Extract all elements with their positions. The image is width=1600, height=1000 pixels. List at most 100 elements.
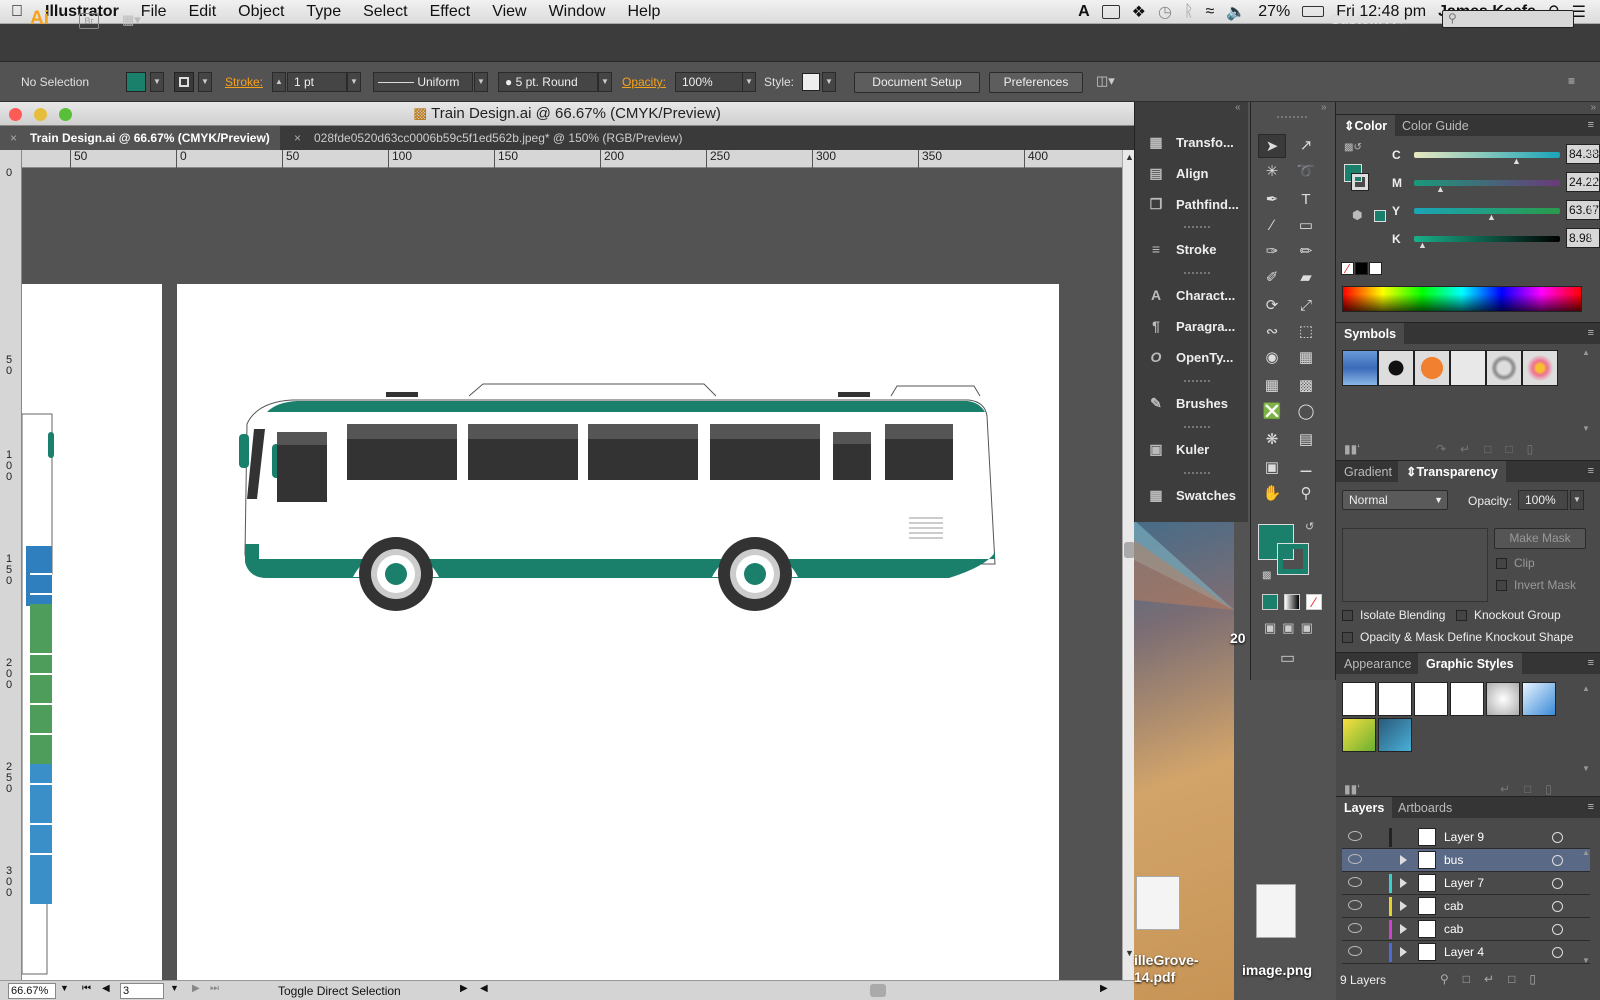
graphic-style-rounded[interactable] (1414, 682, 1448, 716)
mesh-tool-icon[interactable]: ▦ (1258, 374, 1286, 398)
color-stroke-swatch[interactable] (1351, 173, 1369, 191)
artboard-number-field[interactable]: 3 (120, 983, 164, 999)
graphic-style-default[interactable] (1342, 682, 1376, 716)
transparency-opacity-dropdown[interactable]: ▼ (1570, 490, 1584, 510)
menu-object[interactable]: Object (227, 3, 295, 21)
display-icon[interactable] (1101, 4, 1120, 19)
eraser-tool-icon[interactable]: ▰ (1292, 266, 1320, 290)
stroke-color-box[interactable] (1277, 543, 1309, 575)
tab-train-design[interactable]: × Train Design.ai @ 66.67% (CMYK/Preview) (0, 126, 280, 150)
rotate-tool-icon[interactable]: ⟳ (1258, 294, 1286, 318)
target-icon[interactable] (1552, 832, 1563, 843)
layer-name[interactable]: bus (1444, 853, 1463, 867)
color-swap-icon[interactable]: ▩↺ (1344, 142, 1362, 153)
stroke-swatch[interactable] (174, 72, 194, 92)
brush-dropdown[interactable]: ▼ (598, 72, 612, 92)
visibility-icon[interactable] (1348, 923, 1362, 933)
visibility-icon[interactable] (1348, 946, 1362, 956)
tab-transparency[interactable]: ⇕Transparency (1398, 461, 1506, 483)
layer-name[interactable]: Layer 9 (1444, 830, 1484, 844)
shape-builder-tool-icon[interactable]: ◉ (1258, 346, 1286, 370)
tab-appearance[interactable]: Appearance (1336, 653, 1419, 675)
menu-edit[interactable]: Edit (178, 3, 228, 21)
layers-scroll-up[interactable]: ▲ (1582, 848, 1590, 857)
yellow-slider-thumb[interactable]: ▲ (1487, 212, 1496, 222)
none-swatch[interactable]: ∕ (1341, 262, 1354, 275)
bus-illustration[interactable] (177, 284, 1059, 984)
volume-icon[interactable]: 🔈 (1226, 2, 1246, 22)
direct-selection-tool-icon[interactable]: ↗ (1292, 134, 1320, 158)
bridge-button[interactable]: Br (79, 13, 99, 29)
symbol-flower[interactable] (1522, 350, 1558, 386)
graphic-style-shadow[interactable] (1486, 682, 1520, 716)
black-swatch[interactable] (1355, 262, 1368, 275)
expand-icon[interactable] (1400, 901, 1407, 911)
graphic-style-stroke[interactable] (1378, 682, 1412, 716)
close-tab-icon[interactable]: × (294, 126, 301, 150)
scroll-left-arrow[interactable]: ◀ (480, 983, 488, 994)
blob-brush-tool-icon[interactable]: ✐ (1258, 266, 1286, 290)
white-swatch[interactable] (1369, 262, 1382, 275)
default-colors-icon[interactable]: ▩ (1262, 570, 1271, 581)
artboard-tool-icon[interactable]: ▣ (1258, 456, 1286, 480)
scroll-down-arrow[interactable]: ▼ (1125, 948, 1134, 958)
opacity-field[interactable]: 100% (675, 72, 743, 92)
blend-tool-icon[interactable]: ◯ (1292, 400, 1320, 424)
none-mode-button[interactable]: ∕ (1306, 594, 1322, 610)
arrange-documents-icon[interactable]: ▦▾ (122, 12, 152, 28)
tab-artboards[interactable]: Artboards (1390, 797, 1460, 819)
visibility-icon[interactable] (1348, 877, 1362, 887)
pdf-file-label[interactable]: illeGrove- 14.pdf (1134, 952, 1199, 986)
style-swatch[interactable] (802, 73, 820, 91)
black-slider[interactable] (1414, 236, 1560, 242)
line-tool-icon[interactable]: ∕ (1258, 214, 1286, 238)
last-artboard-button[interactable]: ⏭ (210, 983, 219, 994)
symbol-orange-button[interactable] (1414, 350, 1450, 386)
tab-layers[interactable]: Layers (1336, 797, 1393, 819)
opacity-dropdown[interactable]: ▼ (742, 72, 756, 92)
panel-menu-icon[interactable]: ≡ (1588, 801, 1594, 813)
out-of-gamut-icon[interactable]: ⬢ (1352, 208, 1362, 222)
magic-wand-tool-icon[interactable]: ✳ (1258, 160, 1286, 184)
magenta-slider-thumb[interactable]: ▲ (1436, 184, 1445, 194)
stroke-profile-select[interactable]: Uniform (373, 72, 473, 92)
tab-color[interactable]: ⇕Color (1336, 115, 1396, 137)
hand-tool-icon[interactable]: ✋ (1258, 482, 1286, 506)
lasso-tool-icon[interactable]: ➰ (1292, 160, 1320, 184)
graphic-style-yellow[interactable] (1342, 718, 1376, 752)
free-transform-tool-icon[interactable]: ⬚ (1292, 320, 1320, 344)
dock-paragraph[interactable]: ¶ Paragra... (1146, 312, 1246, 340)
menu-help[interactable]: Help (616, 3, 671, 21)
zoom-dropdown[interactable]: ▼ (60, 983, 69, 993)
draw-modes-icon[interactable]: ▣▣▣ (1264, 620, 1319, 636)
scroll-up-arrow[interactable]: ▲ (1125, 152, 1134, 162)
layer-name[interactable]: Layer 7 (1444, 876, 1484, 890)
align-options-icon[interactable]: ◫▾ (1096, 73, 1115, 89)
symbol-dots[interactable] (1450, 350, 1486, 386)
warp-tool-icon[interactable]: ∾ (1258, 320, 1286, 344)
slice-tool-icon[interactable]: ⚊ (1292, 456, 1320, 480)
collapse-panels-icon[interactable]: » (1590, 102, 1596, 113)
image-file-icon[interactable] (1256, 884, 1296, 938)
blend-mode-select[interactable]: Normal ▼ (1342, 490, 1448, 510)
artboard-previous[interactable] (21, 284, 162, 984)
document-setup-button[interactable]: Document Setup (854, 72, 980, 93)
layers-actions[interactable]: ⚲□↵□▯ (1440, 972, 1590, 986)
time-machine-icon[interactable]: ◷ (1158, 2, 1172, 22)
layer-row[interactable]: Layer 9 (1342, 826, 1590, 849)
paintbrush-tool-icon[interactable]: ✑ (1258, 240, 1286, 264)
dock-kuler[interactable]: ▣ Kuler (1146, 435, 1246, 463)
eyedropper-tool-icon[interactable]: ❎ (1258, 400, 1286, 424)
symbol-sprayer-tool-icon[interactable]: ❋ (1258, 428, 1286, 452)
artboard-dropdown[interactable]: ▼ (170, 983, 179, 993)
preferences-button[interactable]: Preferences (989, 72, 1083, 93)
opacity-label[interactable]: Opacity: (622, 75, 666, 89)
scroll-right-arrow[interactable]: ▶ (1100, 983, 1108, 994)
layer-row[interactable]: cab (1342, 895, 1590, 918)
selection-tool-icon[interactable]: ➤ (1258, 134, 1286, 158)
style-libraries-icon[interactable]: ▮▮‘ (1344, 782, 1360, 796)
expand-icon[interactable] (1400, 855, 1407, 865)
zoom-field[interactable]: 66.67% (8, 983, 56, 999)
tab-symbols[interactable]: Symbols (1336, 323, 1405, 345)
previous-artboard-button[interactable]: ◀ (102, 983, 110, 994)
